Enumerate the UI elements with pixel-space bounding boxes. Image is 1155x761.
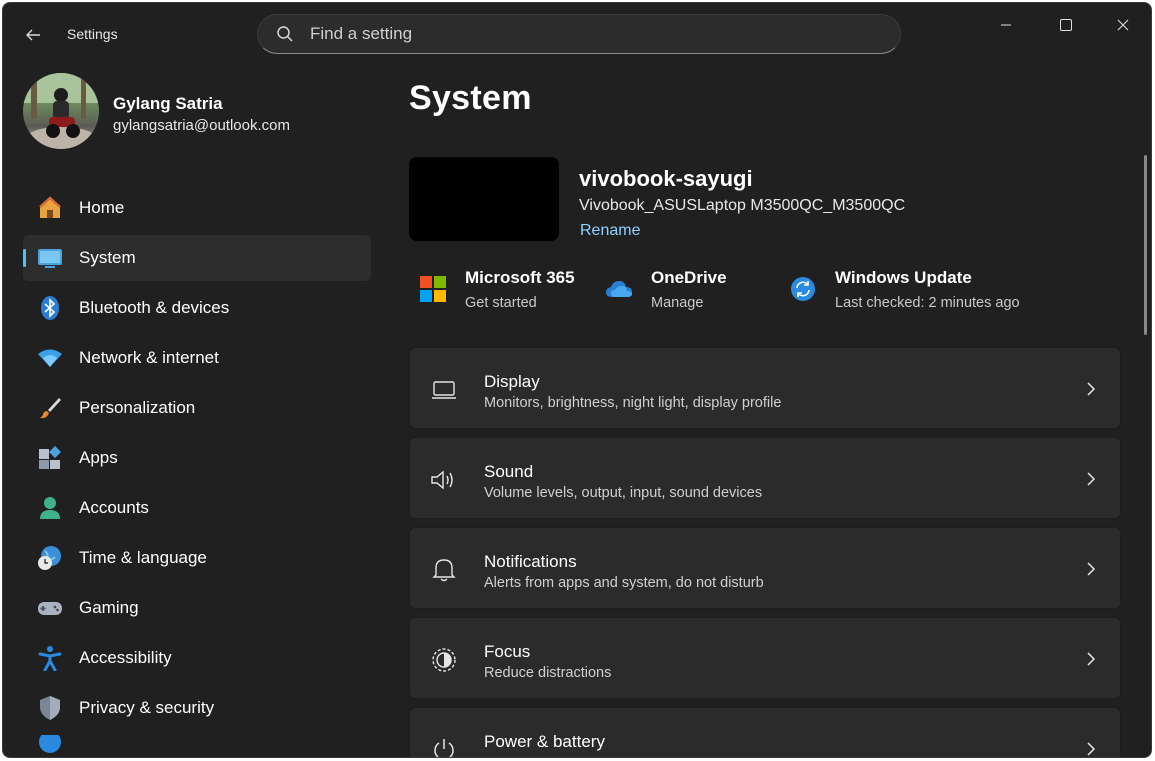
search-input[interactable] bbox=[310, 24, 870, 44]
quick-link-subtitle: Last checked: 2 minutes ago bbox=[835, 295, 1020, 311]
quick-link-subtitle: Manage bbox=[651, 295, 704, 311]
card-subtitle: Alerts from apps and system, do not dist… bbox=[484, 575, 764, 591]
user-profile[interactable]: Gylang Satria gylangsatria@outlook.com bbox=[23, 73, 363, 151]
settings-list: Display Monitors, brightness, night ligh… bbox=[409, 347, 1121, 757]
back-button[interactable] bbox=[17, 19, 49, 51]
settings-card-sound[interactable]: Sound Volume levels, output, input, soun… bbox=[409, 437, 1121, 519]
card-title: Display bbox=[484, 372, 540, 391]
sidebar-item-time-language[interactable]: Time & language bbox=[23, 535, 371, 581]
close-button[interactable] bbox=[1100, 9, 1146, 41]
card-title: Notifications bbox=[484, 552, 577, 571]
page-title: System bbox=[409, 79, 532, 117]
maximize-button[interactable] bbox=[1043, 9, 1089, 41]
sidebar-item-label: Bluetooth & devices bbox=[79, 298, 230, 317]
sidebar-item-label: Gaming bbox=[79, 598, 139, 617]
chevron-right-icon bbox=[1084, 740, 1098, 757]
focus-icon bbox=[430, 646, 458, 674]
chevron-right-icon bbox=[1084, 650, 1098, 668]
sidebar-item-personalization[interactable]: Personalization bbox=[23, 385, 371, 431]
card-title: Sound bbox=[484, 462, 534, 481]
chevron-right-icon bbox=[1084, 560, 1098, 578]
card-title: Focus bbox=[484, 642, 531, 661]
shield-icon bbox=[37, 695, 63, 721]
brush-icon bbox=[37, 395, 63, 421]
apps-icon bbox=[37, 445, 63, 471]
onedrive-cloud-icon bbox=[605, 275, 633, 303]
sidebar-item-windows-update[interactable] bbox=[23, 735, 371, 755]
sidebar-item-label: System bbox=[79, 248, 136, 267]
device-name: vivobook-sayugi bbox=[579, 166, 753, 191]
system-icon bbox=[37, 245, 63, 271]
sidebar-item-label: Network & internet bbox=[79, 348, 219, 367]
sidebar-item-system[interactable]: System bbox=[23, 235, 371, 281]
sidebar-item-home[interactable]: Home bbox=[23, 185, 371, 231]
settings-card-display[interactable]: Display Monitors, brightness, night ligh… bbox=[409, 347, 1121, 429]
main-scrollbar[interactable] bbox=[1144, 155, 1147, 335]
quick-link-onedrive[interactable]: OneDrive Manage bbox=[605, 265, 785, 317]
device-model: Vivobook_ASUSLaptop M3500QC_M3500QC bbox=[579, 197, 906, 214]
bluetooth-icon bbox=[37, 295, 63, 321]
sidebar-item-label: Home bbox=[79, 198, 125, 217]
card-title: Power & battery bbox=[484, 732, 605, 751]
sidebar-item-network[interactable]: Network & internet bbox=[23, 335, 371, 381]
sidebar-item-label: Accessibility bbox=[79, 648, 172, 667]
microsoft-logo-icon bbox=[419, 275, 447, 303]
maximize-icon bbox=[1060, 19, 1072, 31]
windows-update-icon bbox=[789, 275, 817, 303]
bell-icon bbox=[430, 556, 458, 584]
wifi-icon bbox=[37, 345, 63, 371]
chevron-right-icon bbox=[1084, 470, 1098, 488]
quick-link-windows-update[interactable]: Windows Update Last checked: 2 minutes a… bbox=[789, 265, 1049, 317]
settings-card-focus[interactable]: Focus Reduce distractions bbox=[409, 617, 1121, 699]
laptop-icon bbox=[430, 376, 458, 404]
card-subtitle: Monitors, brightness, night light, displ… bbox=[484, 395, 782, 411]
quick-link-subtitle: Get started bbox=[465, 295, 537, 311]
sidebar-item-accounts[interactable]: Accounts bbox=[23, 485, 371, 531]
device-image bbox=[409, 157, 559, 241]
profile-name: Gylang Satria bbox=[113, 94, 223, 113]
card-subtitle: Volume levels, output, input, sound devi… bbox=[484, 485, 763, 501]
globe-clock-icon bbox=[37, 545, 63, 571]
sidebar-item-gaming[interactable]: Gaming bbox=[23, 585, 371, 631]
sidebar-item-label: Personalization bbox=[79, 398, 196, 417]
profile-email: gylangsatria@outlook.com bbox=[113, 117, 290, 134]
quick-link-title: Windows Update bbox=[835, 268, 972, 287]
rename-link[interactable]: Rename bbox=[580, 222, 640, 240]
avatar bbox=[23, 73, 99, 149]
back-arrow-icon bbox=[26, 29, 40, 41]
card-subtitle: Reduce distractions bbox=[484, 665, 612, 681]
quick-link-microsoft-365[interactable]: Microsoft 365 Get started bbox=[419, 265, 599, 317]
person-icon bbox=[37, 495, 63, 521]
quick-link-title: OneDrive bbox=[651, 268, 727, 287]
minimize-icon bbox=[1001, 24, 1011, 26]
home-icon bbox=[37, 195, 63, 221]
power-icon bbox=[430, 736, 458, 757]
accessibility-icon bbox=[37, 645, 63, 671]
windows-update-icon bbox=[37, 735, 63, 755]
settings-card-notifications[interactable]: Notifications Alerts from apps and syste… bbox=[409, 527, 1121, 609]
search-icon bbox=[276, 25, 294, 43]
settings-card-power-battery[interactable]: Power & battery bbox=[409, 707, 1121, 757]
sidebar-item-label: Accounts bbox=[79, 498, 149, 517]
sidebar-item-accessibility[interactable]: Accessibility bbox=[23, 635, 371, 681]
sidebar-item-bluetooth[interactable]: Bluetooth & devices bbox=[23, 285, 371, 331]
minimize-button[interactable] bbox=[983, 9, 1029, 41]
quick-link-title: Microsoft 365 bbox=[465, 268, 575, 287]
speaker-icon bbox=[430, 466, 458, 494]
app-title: Settings bbox=[67, 26, 118, 42]
sidebar-item-privacy-security[interactable]: Privacy & security bbox=[23, 685, 371, 731]
sidebar-item-label: Apps bbox=[79, 448, 118, 467]
sidebar-item-apps[interactable]: Apps bbox=[23, 435, 371, 481]
chevron-right-icon bbox=[1084, 380, 1098, 398]
sidebar-item-label: Privacy & security bbox=[79, 698, 215, 717]
close-icon bbox=[1117, 19, 1129, 31]
gamepad-icon bbox=[37, 595, 63, 621]
settings-window: Settings Find a setting Gylang Satria gy… bbox=[2, 2, 1152, 758]
title-bar: Settings bbox=[3, 3, 1151, 63]
search-box[interactable] bbox=[257, 14, 901, 54]
sidebar-nav: Home System Bluetooth & devices Network … bbox=[23, 185, 371, 757]
sidebar-item-label: Time & language bbox=[79, 548, 207, 567]
